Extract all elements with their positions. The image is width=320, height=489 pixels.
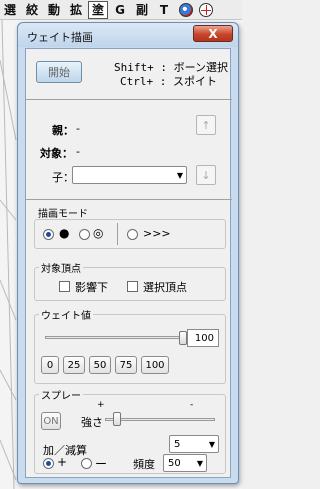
weight-preset-100-button[interactable]: 100 <box>141 356 169 374</box>
start-button[interactable]: 開始 <box>36 61 82 83</box>
globe-icon[interactable] <box>179 2 194 17</box>
spray-group: スプレー ON 強さ + - 5 ▼ 加／減算 + ー 頻度 50 ▼ <box>34 387 226 474</box>
window-client-area: 開始 Shift+ : ボーン選択 Ctrl+ : スポイト 親： - ↑ 対象… <box>25 48 232 478</box>
window-title: ウェイト描画 <box>27 31 93 44</box>
weight-slider-track[interactable] <box>45 336 183 339</box>
toolbar-move-button[interactable]: 動 <box>44 1 64 19</box>
parent-up-button[interactable]: ↑ <box>196 115 216 135</box>
toolbar-squeeze-button[interactable]: 絞 <box>22 1 42 19</box>
target-vertex-group: 対象頂点 影響下 選択頂点 <box>34 260 226 301</box>
header-divider <box>26 99 232 100</box>
ring-dot-icon: ◎ <box>93 226 104 240</box>
weight-paint-window: ウェイト描画 X 開始 Shift+ : ボーン選択 Ctrl+ : スポイト … <box>17 22 239 484</box>
window-titlebar[interactable]: ウェイト描画 X <box>18 23 238 47</box>
draw-mode-more-label: >>> <box>143 227 171 240</box>
target-value: - <box>76 145 80 158</box>
spray-title: スプレー <box>39 387 83 402</box>
selected-vertex-label: 選択頂点 <box>143 281 187 294</box>
bones-divider <box>26 199 232 200</box>
weight-value-field[interactable]: 100 <box>187 329 219 347</box>
subtract-radio[interactable] <box>81 458 92 469</box>
child-down-button[interactable]: ↓ <box>196 165 216 185</box>
solid-dot-icon: ● <box>59 226 70 240</box>
target-vertex-title: 対象頂点 <box>39 260 83 275</box>
toolbar-sub-button[interactable]: 副 <box>132 1 152 19</box>
toolbar-t-button[interactable]: T <box>154 1 174 19</box>
selected-vertex-checkbox[interactable] <box>127 281 138 292</box>
weight-preset-75-button[interactable]: 75 <box>115 356 137 374</box>
affected-checkbox[interactable] <box>59 281 70 292</box>
shortcut-ctrl-hint: Ctrl+ : スポイト <box>120 75 217 88</box>
weight-slider-thumb[interactable] <box>179 331 187 345</box>
draw-mode-title: 描画モード <box>38 209 88 220</box>
draw-mode-radio-solid[interactable] <box>43 229 54 240</box>
draw-mode-separator <box>117 223 118 245</box>
frequency-value: 50 <box>168 457 181 469</box>
strength-minus-mark: - <box>190 400 194 410</box>
weight-preset-50-button[interactable]: 50 <box>89 356 111 374</box>
parent-label: 親： <box>52 124 74 137</box>
child-bone-select[interactable]: ▼ <box>72 166 187 184</box>
parent-value: - <box>76 122 80 135</box>
toolbar-paint-button[interactable]: 塗 <box>88 0 109 19</box>
toolbar-scale-button[interactable]: 拡 <box>66 1 86 19</box>
toolbar-g-button[interactable]: G <box>110 1 130 19</box>
draw-mode-group: ● ◎ >>> <box>34 219 226 249</box>
strength-slider-thumb[interactable] <box>113 412 121 426</box>
child-label: 子： <box>52 171 74 184</box>
add-label: + <box>57 455 68 469</box>
chevron-down-icon: ▼ <box>196 459 203 468</box>
close-button[interactable]: X <box>193 25 233 42</box>
add-radio[interactable] <box>43 458 54 469</box>
strength-label: 強さ <box>81 416 103 429</box>
target-label: 対象： <box>40 147 73 160</box>
weight-preset-0-button[interactable]: 0 <box>41 356 59 374</box>
weight-group: ウェイト値 100 0 25 50 75 100 <box>34 307 226 384</box>
draw-mode-radio-more[interactable] <box>127 229 138 240</box>
frequency-label: 頻度 <box>133 458 155 471</box>
toolbar-select-button[interactable]: 選 <box>0 1 20 19</box>
strength-plus-mark: + <box>97 400 105 410</box>
draw-mode-radio-gradient[interactable] <box>79 229 90 240</box>
crosshair-icon[interactable] <box>199 2 214 17</box>
weight-title: ウェイト値 <box>39 307 93 322</box>
strength-select[interactable]: 5 ▼ <box>169 435 219 453</box>
spray-on-button[interactable]: ON <box>41 412 61 430</box>
strength-slider-track[interactable] <box>105 418 215 421</box>
chevron-down-icon: ▼ <box>208 440 215 449</box>
app-toolbar: 選 絞 動 拡 塗 G 副 T <box>0 0 242 20</box>
frequency-select[interactable]: 50 ▼ <box>163 454 207 472</box>
weight-preset-25-button[interactable]: 25 <box>63 356 85 374</box>
chevron-down-icon: ▼ <box>176 171 183 180</box>
strength-value: 5 <box>174 438 181 450</box>
subtract-label: ー <box>95 457 108 471</box>
affected-label: 影響下 <box>75 281 108 294</box>
